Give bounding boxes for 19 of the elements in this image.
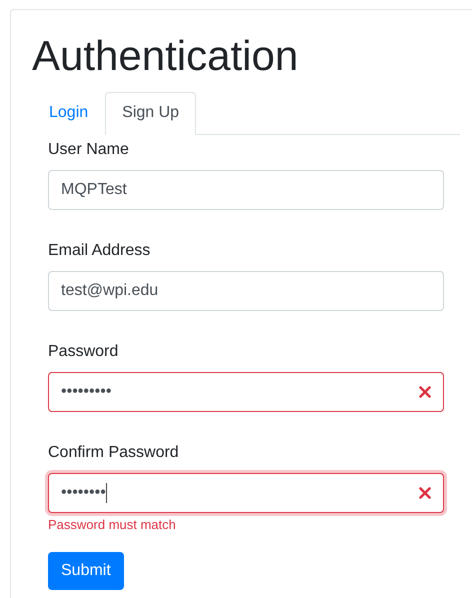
input-field[interactable]: •••••••••	[45, 369, 447, 415]
field-label: Confirm Password	[48, 443, 180, 463]
field-label: Password	[48, 342, 120, 362]
input-field[interactable]: ••••••••	[45, 470, 447, 516]
submit-button[interactable]: Submit	[48, 552, 124, 590]
field-label: User Name	[48, 140, 130, 160]
field-label: Email Address	[48, 241, 152, 261]
error-icon	[419, 386, 431, 398]
field-value: test@wpi.edu	[61, 282, 158, 300]
error-message: Password must match	[48, 517, 177, 532]
error-icon	[419, 487, 431, 499]
page-title: Authentication	[32, 31, 300, 81]
text-cursor	[106, 483, 107, 503]
field-value: MQPTest	[61, 181, 127, 199]
field-value: ••••••••	[61, 484, 106, 502]
tab[interactable]: Sign Up	[105, 92, 196, 135]
input-field[interactable]: test@wpi.edu	[45, 268, 447, 314]
input-field[interactable]: MQPTest	[45, 167, 447, 213]
field-value: •••••••••	[61, 383, 112, 401]
